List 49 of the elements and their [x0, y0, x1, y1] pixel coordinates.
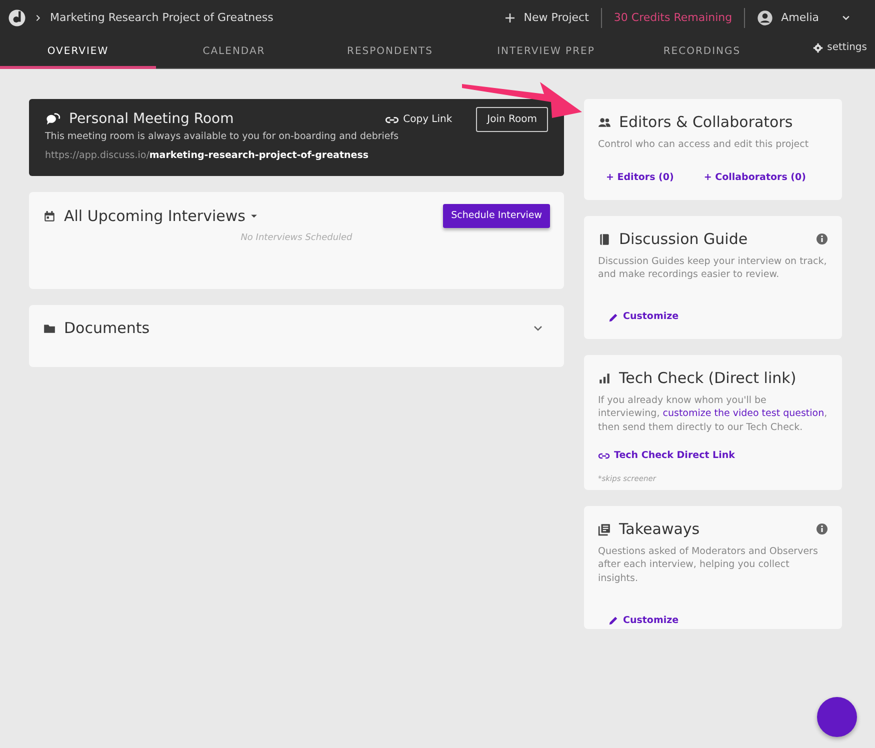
user-avatar-icon	[757, 10, 774, 26]
add-people-link[interactable]: + Collaborators (0)	[704, 171, 806, 186]
settings-link[interactable]: settings	[813, 40, 867, 55]
add-people-link[interactable]: + Editors (0)	[606, 171, 674, 186]
interviews-title: All Upcoming Interviews	[64, 206, 246, 227]
meeting-room-title: Personal Meeting Room	[69, 110, 234, 129]
nav-tab[interactable]: CALENDAR	[156, 36, 312, 69]
nav-tab[interactable]: OVERVIEW	[0, 36, 156, 69]
caret-icon	[841, 13, 851, 23]
card-description: Control who can access and edit this project	[598, 138, 810, 152]
card-title: Tech Check (Direct link)	[619, 368, 796, 389]
signal-bars-icon	[598, 372, 611, 385]
breadcrumb-link[interactable]: Marketing Research Project of Greatness	[50, 10, 274, 26]
card-description: If you already know whom you'll be interviewing, customize the video test question, then send them directly to our Tech Check.	[598, 394, 828, 435]
meeting-room-description: This meeting room is always available to you for on-boarding and debriefs	[45, 130, 400, 144]
customize-question-link[interactable]: customize the video test question	[662, 408, 824, 420]
pencil-icon	[608, 312, 619, 323]
chat-icon	[45, 112, 61, 128]
new-project-button[interactable]: New Project	[504, 10, 589, 26]
schedule-interview-button[interactable]: Schedule Interview	[443, 204, 550, 228]
empty-message: No Interviews Scheduled	[240, 232, 354, 246]
plus-icon	[504, 12, 516, 24]
newspaper-icon	[598, 522, 611, 536]
chevron-right-icon	[34, 14, 42, 22]
info-icon	[816, 523, 828, 536]
nav-tab[interactable]: RESPONDENTS	[312, 36, 468, 69]
chat-launcher-button[interactable]	[817, 697, 857, 737]
nav-tab[interactable]: INTERVIEW PREP	[468, 36, 624, 69]
direct-link[interactable]: Tech Check Direct Link	[598, 448, 735, 464]
documents-title: Documents	[64, 318, 150, 339]
customize-link[interactable]: Customize	[608, 614, 679, 628]
info-icon	[816, 233, 828, 246]
customize-link[interactable]: Customize	[608, 310, 679, 324]
nav-tab[interactable]: RECORDINGS	[624, 36, 780, 69]
user-menu[interactable]: Amelia	[757, 10, 851, 26]
meeting-room-url: https://app.discuss.io/marketing-research-project-of-greatness	[45, 149, 370, 164]
book-icon	[598, 232, 611, 246]
people-icon	[598, 116, 611, 129]
folder-icon	[43, 322, 56, 335]
card-title: Takeaways	[619, 519, 700, 540]
card-description: Questions asked of Moderators and Observers after each interview, helping you collect insights.	[598, 544, 819, 586]
calendar-icon	[43, 210, 56, 223]
card-title: Editors & Collaborators	[619, 112, 793, 133]
join-room-button[interactable]: Join Room	[476, 107, 548, 132]
card-description: Discussion Guides keep your interview on track, and make recordings easier to review.	[598, 254, 828, 282]
card-title: Discussion Guide	[619, 229, 748, 250]
pencil-icon	[608, 615, 619, 626]
copy-link-button[interactable]: Copy Link	[385, 112, 452, 127]
settings-icon	[813, 42, 824, 52]
